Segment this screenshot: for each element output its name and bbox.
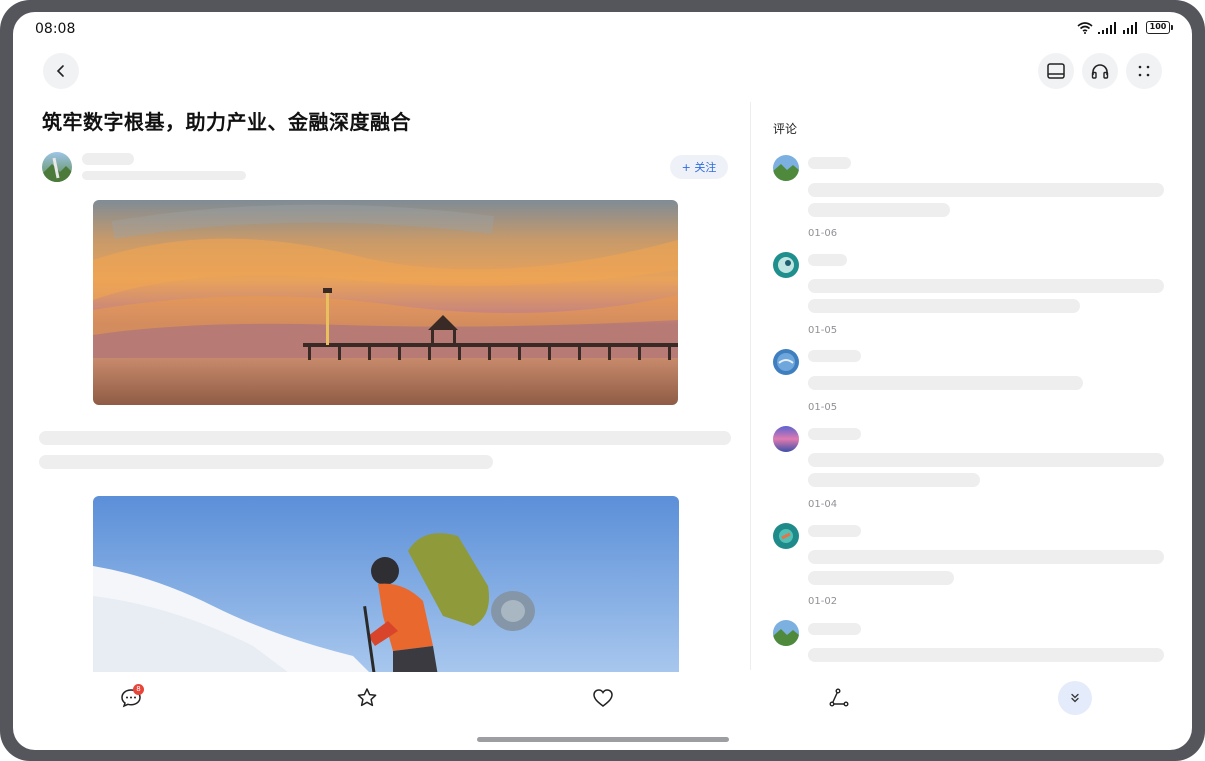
content-divider [750,102,751,670]
article-title: 筑牢数字根基，助力产业、金融深度融合 [42,110,411,134]
comment-text-placeholder [808,550,1164,564]
like-button[interactable] [591,686,615,710]
chevron-left-icon [56,65,64,77]
double-chevron-down-icon [1071,693,1079,703]
comment-date: 01-02 [808,596,838,607]
wifi-icon [1077,21,1093,34]
back-button[interactable] [43,53,79,89]
expand-comments-button[interactable] [1058,681,1092,715]
comment-text-placeholder [808,279,1164,293]
comment-avatar[interactable] [773,252,799,278]
comment-text-placeholder [808,203,950,217]
listen-button[interactable] [1082,53,1118,89]
author-meta-placeholder [82,171,246,180]
article-image-pier[interactable] [93,200,678,405]
status-icons: 100 [1077,21,1173,34]
article-image-hiker[interactable] [93,496,679,676]
comment-date: 01-04 [808,499,838,510]
share-button[interactable] [827,686,851,710]
comment-text-placeholder [808,376,1083,390]
window-button[interactable] [1038,53,1074,89]
comment-text-placeholder [808,473,980,487]
heart-icon [593,689,613,707]
headphones-icon [1091,64,1109,79]
comment-name-placeholder [808,350,861,362]
comment-name-placeholder [808,428,861,440]
favorite-button[interactable] [355,686,379,710]
share-icon [829,688,849,707]
screen: 08:08 100 筑牢数字根基，助力产业、金融深度融合 + 关注 评论 01-… [13,12,1192,750]
comment-text-placeholder [808,571,954,585]
comment-name-placeholder [808,254,847,266]
comments-title: 评论 [773,122,798,136]
comment-date: 01-05 [808,325,838,336]
comment-text-placeholder [808,299,1080,313]
comment-name-placeholder [808,525,861,537]
comment-text-placeholder [808,648,1164,662]
battery-icon: 100 [1146,21,1173,34]
signal-icon-2 [1123,21,1137,34]
follow-button[interactable]: + 关注 [670,155,728,179]
author-name-placeholder [82,153,134,165]
author-avatar[interactable] [42,152,72,182]
status-time: 08:08 [35,21,76,37]
more-button[interactable] [1126,53,1162,89]
more-dots-icon [1138,65,1150,77]
home-indicator[interactable] [477,737,729,742]
paragraph-placeholder-line-2 [39,455,493,469]
comment-text-placeholder [808,453,1164,467]
comment-avatar[interactable] [773,426,799,452]
comment-name-placeholder [808,157,851,169]
comment-text-placeholder [808,183,1164,197]
signal-icon-1 [1098,21,1116,34]
comment-date: 01-06 [808,228,838,239]
comment-date: 01-05 [808,402,838,413]
comment-avatar[interactable] [773,523,799,549]
comment-avatar[interactable] [773,155,799,181]
device-frame: 08:08 100 筑牢数字根基，助力产业、金融深度融合 + 关注 评论 01-… [0,0,1205,761]
star-icon [357,688,377,707]
paragraph-placeholder-line-1 [39,431,731,445]
window-icon [1047,63,1065,79]
comment-avatar[interactable] [773,620,799,646]
comment-count-badge: 8 [133,684,144,695]
comment-name-placeholder [808,623,861,635]
comment-avatar[interactable] [773,349,799,375]
